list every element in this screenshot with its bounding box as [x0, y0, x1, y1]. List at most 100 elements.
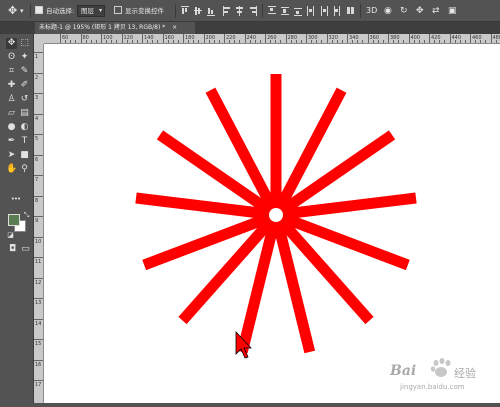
ruler-minor-tick	[455, 40, 456, 43]
ruler-minor-tick	[152, 40, 153, 43]
watermark-brand: Bai	[390, 363, 416, 379]
healing-brush-icon[interactable]: ✚	[6, 80, 17, 91]
3d-roll-icon[interactable]: ↻	[400, 4, 408, 18]
ruler-minor-tick	[485, 40, 486, 43]
align-vertical-centers-icon[interactable]	[193, 5, 202, 17]
eyedropper-icon[interactable]: ✎	[19, 66, 30, 77]
ruler-minor-tick	[465, 40, 466, 43]
tool-preset-dropdown-icon[interactable]: ▾	[20, 4, 24, 18]
ruler-tick	[429, 34, 430, 43]
ruler-minor-tick	[311, 40, 312, 43]
show-transform-controls-label: 显示变换控件	[125, 6, 164, 16]
ruler-tick	[142, 34, 143, 43]
ruler-tick	[81, 34, 82, 43]
ruler-minor-tick	[378, 40, 379, 43]
ruler-tick	[34, 360, 43, 361]
blur-icon[interactable]: ●	[6, 122, 17, 133]
distribute-right-icon[interactable]	[332, 5, 341, 17]
ruler-tick	[204, 34, 205, 43]
dodge-icon[interactable]: ◐	[19, 122, 30, 133]
tools-panel: ⤡ ◪ ◘ ▭ ••• ✥⬚ʘ✦⌗✎✚✐♙↺▱▤●◐✒T➤■✋⚲	[0, 34, 34, 403]
ruler-minor-tick	[480, 40, 481, 43]
gradient-icon[interactable]: ▤	[19, 108, 30, 119]
rectangle-icon[interactable]: ■	[19, 150, 30, 161]
lasso-icon[interactable]: ʘ	[6, 52, 17, 63]
3d-slide-icon[interactable]: ⇄	[432, 4, 440, 18]
ruler-minor-tick	[127, 40, 128, 43]
ruler-minor-tick	[106, 40, 107, 43]
align-horizontal-centers-icon[interactable]	[235, 5, 244, 17]
auto-select-checkbox[interactable]	[35, 6, 43, 14]
auto-align-layers-icon[interactable]	[346, 5, 355, 17]
align-left-edges-icon[interactable]	[222, 5, 231, 17]
ruler-label: 13	[35, 300, 41, 306]
align-top-edges-icon[interactable]	[180, 5, 189, 17]
move-tool-icon[interactable]: ✥	[8, 4, 17, 18]
ruler-origin[interactable]	[34, 34, 44, 44]
crop-icon[interactable]: ⌗	[6, 66, 17, 77]
default-colors-icon[interactable]: ◪	[5, 230, 16, 241]
ruler-tick	[388, 34, 389, 43]
ruler-minor-tick	[147, 40, 148, 43]
3d-pan-icon[interactable]: ✥	[416, 4, 424, 18]
ruler-minor-tick	[342, 40, 343, 43]
document-tab[interactable]: 未标题-1 @ 195% (矩形 1 拷贝 13, RGB/8) * ×	[35, 22, 195, 34]
ruler-tick	[224, 34, 225, 43]
ruler-tick	[34, 278, 43, 279]
distribute-bottom-icon[interactable]	[293, 5, 302, 17]
ruler-minor-tick	[198, 40, 199, 43]
hand-icon[interactable]: ✋	[6, 164, 17, 175]
ruler-minor-tick	[250, 40, 251, 43]
ruler-tick	[34, 319, 43, 320]
ruler-minor-tick	[70, 40, 71, 43]
eraser-icon[interactable]: ▱	[6, 108, 17, 119]
ruler-minor-tick	[239, 40, 240, 43]
screen-mode-icon[interactable]: ▭	[20, 244, 31, 255]
ruler-minor-tick	[234, 40, 235, 43]
distribute-horizontal-centers-icon[interactable]	[319, 5, 328, 17]
magic-wand-icon[interactable]: ✦	[19, 52, 30, 63]
distribute-top-icon[interactable]	[267, 5, 276, 17]
close-tab-icon[interactable]: ×	[172, 24, 177, 31]
ruler-tick	[163, 34, 164, 43]
pen-icon[interactable]: ✒	[6, 136, 17, 147]
ruler-tick	[34, 196, 43, 197]
ruler-minor-tick	[444, 40, 445, 43]
move-icon[interactable]: ✥	[6, 38, 17, 49]
divider	[360, 4, 361, 18]
ruler-minor-tick	[496, 40, 497, 43]
3d-scale-icon[interactable]: ▣	[448, 4, 457, 18]
zoom-icon[interactable]: ⚲	[19, 164, 30, 175]
distribute-left-icon[interactable]	[306, 5, 315, 17]
quick-mask-icon[interactable]: ◘	[7, 244, 18, 255]
document-canvas[interactable]	[44, 44, 500, 403]
path-select-icon[interactable]: ➤	[6, 150, 17, 161]
type-icon[interactable]: T	[19, 136, 30, 147]
ruler-minor-tick	[337, 40, 338, 43]
foreground-color-swatch[interactable]	[8, 214, 20, 226]
history-brush-icon[interactable]: ↺	[19, 94, 30, 105]
ruler-label: 12	[35, 280, 41, 286]
baidu-jingyan-watermark: Bai 经验 jingyan.baidu.com	[362, 355, 482, 395]
more-tools-icon[interactable]: •••	[10, 194, 21, 205]
ruler-tick	[245, 34, 246, 43]
ruler-minor-tick	[111, 40, 112, 43]
ruler-label: 3	[35, 95, 38, 101]
show-transform-controls-checkbox[interactable]	[114, 6, 122, 14]
ruler-minor-tick	[275, 40, 276, 43]
horizontal-ruler[interactable]: 6080100120140160180200220240260280300320…	[44, 34, 500, 44]
ruler-tick	[34, 73, 43, 74]
vertical-ruler[interactable]: 1234567891011121314151617	[34, 44, 44, 403]
marquee-icon[interactable]: ⬚	[19, 38, 30, 49]
ruler-minor-tick	[301, 40, 302, 43]
align-right-edges-icon[interactable]	[248, 5, 257, 17]
swap-colors-icon[interactable]: ⤡	[21, 210, 32, 221]
brush-icon[interactable]: ✐	[19, 80, 30, 91]
distribute-vertical-centers-icon[interactable]	[280, 5, 289, 17]
ruler-minor-tick	[475, 40, 476, 43]
3d-orbit-icon[interactable]: ◉	[384, 4, 392, 18]
align-bottom-edges-icon[interactable]	[206, 5, 215, 17]
auto-select-target-dropdown[interactable]: 图层 ▾	[77, 5, 105, 17]
ruler-tick	[327, 34, 328, 43]
clone-stamp-icon[interactable]: ♙	[6, 94, 17, 105]
